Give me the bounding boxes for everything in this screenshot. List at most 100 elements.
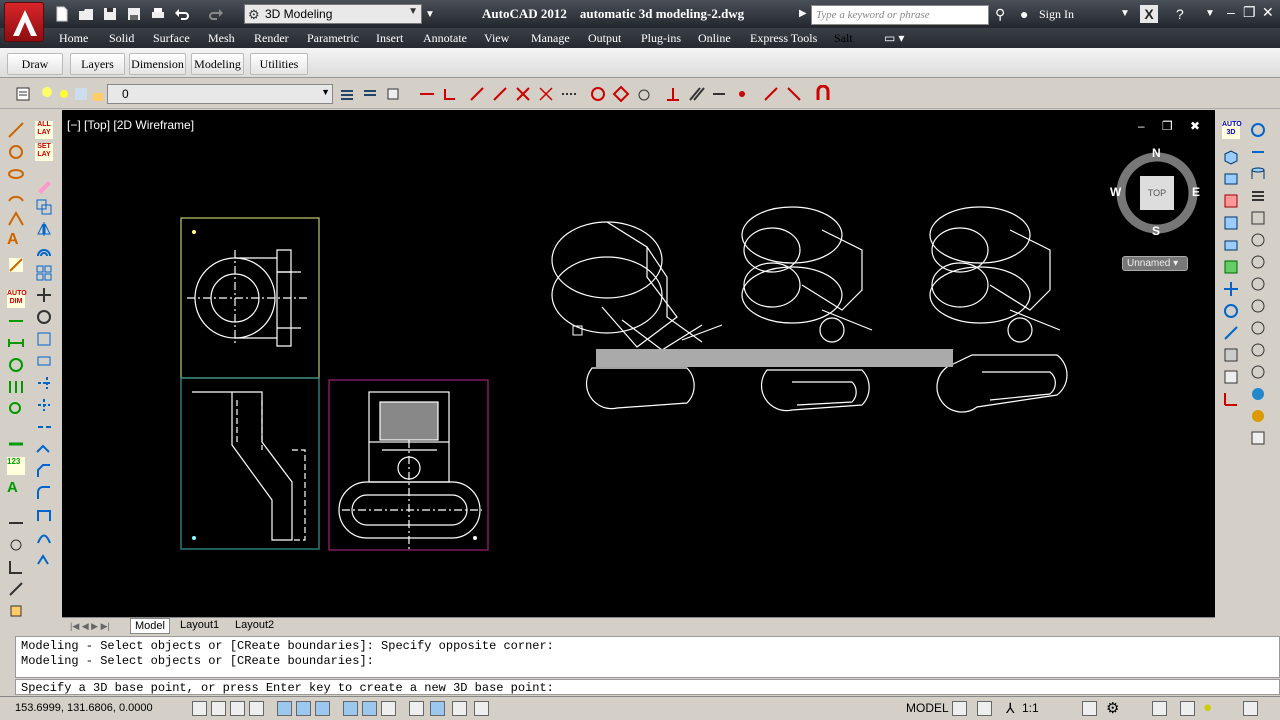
cylinder-icon[interactable]	[1249, 165, 1267, 183]
infer-constraints-icon[interactable]	[192, 701, 207, 716]
tab-salt[interactable]: Salt	[834, 31, 853, 46]
lock-ui-icon[interactable]	[1152, 701, 1167, 716]
move-3d-icon[interactable]	[1222, 280, 1240, 298]
search-input[interactable]: Type a keyword or phrase	[811, 5, 989, 25]
slice-icon[interactable]	[1222, 258, 1240, 276]
snap-endpoint-icon[interactable]	[418, 85, 436, 103]
tab-output[interactable]: Output	[588, 31, 621, 46]
annotation-scale-icon[interactable]: ⅄	[1006, 700, 1015, 717]
make-current-icon[interactable]	[338, 85, 356, 103]
ucs-icon[interactable]	[1222, 390, 1240, 408]
ellipse-icon[interactable]	[7, 165, 25, 183]
intersect-icon[interactable]	[1222, 236, 1240, 254]
minimize-icon[interactable]: –	[1227, 4, 1235, 20]
quick-view-layouts-icon[interactable]	[952, 701, 967, 716]
freeze-icon[interactable]	[72, 85, 90, 103]
wireframe-icon[interactable]	[1249, 341, 1267, 359]
tab-model[interactable]: Model	[130, 618, 170, 634]
trim-icon[interactable]	[35, 374, 53, 392]
expand-icon[interactable]: ▶	[799, 8, 807, 19]
compass-east[interactable]: E	[1192, 185, 1200, 199]
tab-layout2[interactable]: Layout2	[231, 618, 278, 632]
compass-west[interactable]: W	[1110, 185, 1121, 199]
break-icon[interactable]	[35, 418, 53, 436]
mtext-icon[interactable]: A	[7, 479, 25, 497]
snap-corner-icon[interactable]	[441, 85, 459, 103]
quick-properties-icon[interactable]	[452, 701, 467, 716]
restore-icon[interactable]: ❐	[1243, 4, 1256, 21]
snap-nearest-icon[interactable]	[762, 85, 780, 103]
blend-icon[interactable]	[35, 506, 53, 524]
clean-icon[interactable]	[1249, 297, 1267, 315]
chamfer-icon[interactable]	[35, 462, 53, 480]
circle-icon[interactable]	[7, 143, 25, 161]
set-layer-icon[interactable]: SET LAY	[35, 143, 53, 161]
shaded-icon[interactable]	[1249, 385, 1267, 403]
annotation-visibility-icon[interactable]	[1082, 701, 1097, 716]
ribbon-toggle-icon[interactable]: ▭ ▾	[884, 31, 904, 46]
measure-icon[interactable]	[7, 514, 25, 532]
scale-icon[interactable]	[35, 330, 53, 348]
isolate-objects-icon[interactable]: ●	[1203, 699, 1212, 716]
angle-icon[interactable]	[7, 536, 25, 554]
area-icon[interactable]	[7, 558, 25, 576]
snap-midpoint-icon[interactable]	[468, 85, 486, 103]
snap-quadrant-icon[interactable]	[612, 85, 630, 103]
chevron-down-icon[interactable]: ▼	[1120, 8, 1130, 19]
all-layers-icon[interactable]: ALL LAY	[35, 121, 53, 139]
ortho-mode-icon[interactable]	[249, 701, 264, 716]
model-space-toggle[interactable]: MODEL	[906, 701, 949, 715]
polyline-icon[interactable]	[7, 209, 25, 227]
list-icon[interactable]	[7, 580, 25, 598]
move-icon[interactable]	[35, 286, 53, 304]
subtract-icon[interactable]	[1222, 214, 1240, 232]
arc-icon[interactable]	[7, 187, 25, 205]
baseline-dim-icon[interactable]	[7, 378, 25, 396]
offset-icon[interactable]	[35, 242, 53, 260]
redo-icon[interactable]	[207, 5, 225, 23]
save-icon[interactable]	[101, 5, 119, 23]
quick-view-drawings-icon[interactable]	[977, 701, 992, 716]
array-icon[interactable]	[35, 264, 53, 282]
aligned-dim-icon[interactable]	[7, 334, 25, 352]
rotate-3d-icon[interactable]	[1222, 302, 1240, 320]
qat-menu-icon[interactable]: ▼	[425, 9, 435, 20]
tab-express-tools[interactable]: Express Tools	[750, 31, 817, 46]
zoom-icon[interactable]	[7, 400, 25, 418]
orbit-icon[interactable]	[1249, 121, 1267, 139]
selection-cycling-icon[interactable]	[474, 701, 489, 716]
rotate-icon[interactable]	[35, 308, 53, 326]
fillet-icon[interactable]	[35, 484, 53, 502]
stretch-icon[interactable]	[35, 352, 53, 370]
dimension-icon[interactable]	[7, 256, 25, 274]
hardware-acceleration-icon[interactable]	[1180, 701, 1195, 716]
hidden-icon[interactable]	[1249, 363, 1267, 381]
tab-online[interactable]: Online	[698, 31, 731, 46]
drawing-canvas[interactable]: [−] [Top] [2D Wireframe] – ❒ ✖ TOP N S E…	[62, 110, 1215, 617]
coordinates-readout[interactable]: 153.6999, 131.6806, 0.0000	[15, 702, 153, 714]
application-menu-button[interactable]	[4, 2, 44, 42]
tab-surface[interactable]: Surface	[153, 31, 190, 46]
section-plane-icon[interactable]	[1222, 346, 1240, 364]
snap-tangent-icon[interactable]	[635, 85, 653, 103]
workspace-switching-icon[interactable]: ⚙	[1106, 699, 1119, 717]
snap-intersection-icon[interactable]	[514, 85, 532, 103]
panel-draw[interactable]: Draw	[7, 53, 63, 75]
radius-dim-icon[interactable]	[7, 356, 25, 374]
tab-layout1[interactable]: Layout1	[176, 618, 223, 632]
line-icon[interactable]	[7, 121, 25, 139]
shell-icon[interactable]	[1249, 231, 1267, 249]
dynamic-input-icon[interactable]	[381, 701, 396, 716]
tab-render[interactable]: Render	[254, 31, 289, 46]
lineweight-icon[interactable]	[409, 701, 424, 716]
undo-icon[interactable]	[173, 5, 191, 23]
new-file-icon[interactable]	[53, 5, 71, 23]
layer-previous-icon[interactable]	[361, 85, 379, 103]
box-icon[interactable]	[1222, 148, 1240, 166]
tab-home[interactable]: Home	[59, 31, 88, 46]
fillet-edge-icon[interactable]	[1249, 209, 1267, 227]
open-file-icon[interactable]	[77, 5, 95, 23]
panel-utilities[interactable]: Utilities	[250, 53, 308, 75]
snap-center-icon[interactable]	[589, 85, 607, 103]
extend-icon[interactable]	[35, 396, 53, 414]
